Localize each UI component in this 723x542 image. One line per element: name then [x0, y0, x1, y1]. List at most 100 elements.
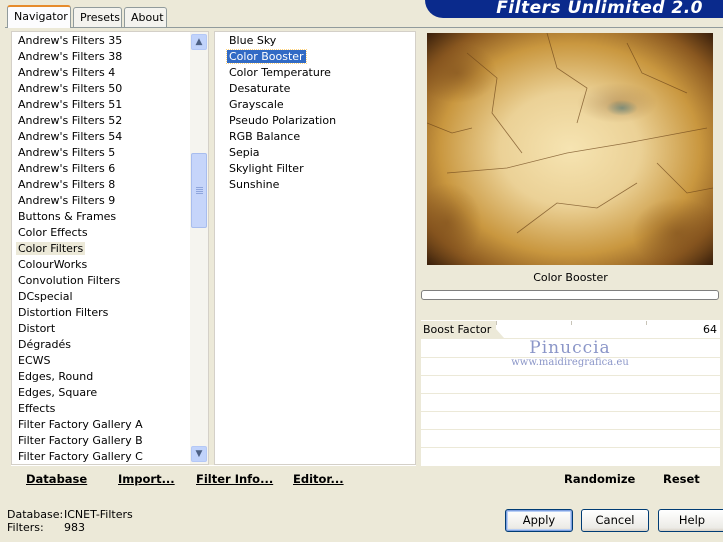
category-item-label: Andrew's Filters 51	[18, 98, 123, 111]
database-button[interactable]: Database	[26, 472, 87, 486]
category-item[interactable]: Andrew's Filters 38	[12, 49, 208, 65]
category-item[interactable]: Buttons & Frames	[12, 209, 208, 225]
database-status-label: Database:	[7, 508, 64, 521]
filter-item[interactable]: Color Booster	[223, 49, 415, 65]
filter-item-label: Sunshine	[229, 178, 280, 191]
filter-item[interactable]: Sepia	[223, 145, 415, 161]
scroll-thumb[interactable]	[191, 153, 207, 228]
filter-item[interactable]: Pseudo Polarization	[223, 113, 415, 129]
category-item[interactable]: Color Filters	[12, 241, 208, 257]
category-item-label: Andrew's Filters 9	[18, 194, 116, 207]
status-area: Database:ICNET-Filters Filters: 983	[7, 508, 207, 538]
empty-slider-row	[421, 376, 720, 394]
filter-list[interactable]: Blue Sky Color Booster Color Temperature De…	[214, 31, 416, 465]
tab-about[interactable]: About	[124, 7, 167, 27]
watermark-name: Pinuccia	[529, 338, 611, 358]
reset-button[interactable]: Reset	[663, 472, 700, 486]
category-item-label: Andrew's Filters 50	[18, 82, 123, 95]
category-item-label: Color Filters	[16, 242, 86, 255]
filter-name-label: Color Booster	[533, 271, 608, 284]
empty-slider-row	[421, 394, 720, 412]
tab-presets[interactable]: Presets	[73, 7, 122, 27]
tab-navigator[interactable]: Navigator	[7, 5, 71, 28]
filter-item-label: Blue Sky	[229, 34, 277, 47]
import-button[interactable]: Import...	[118, 472, 175, 486]
filter-item[interactable]: Skylight Filter	[223, 161, 415, 177]
filter-item-label: Pseudo Polarization	[229, 114, 337, 127]
category-item[interactable]: Andrew's Filters 4	[12, 65, 208, 81]
category-item[interactable]: Filter Factory Gallery B	[12, 433, 208, 449]
category-item-label: Edges, Round	[18, 370, 94, 383]
category-item-label: Effects	[18, 402, 56, 415]
editor-button[interactable]: Editor...	[293, 472, 344, 486]
empty-slider-row	[421, 448, 720, 466]
category-item-label: Andrew's Filters 6	[18, 162, 116, 175]
category-item-label: Distort	[18, 322, 56, 335]
category-item[interactable]: Edges, Square	[12, 385, 208, 401]
category-item[interactable]: Andrew's Filters 52	[12, 113, 208, 129]
category-item[interactable]: Andrew's Filters 5	[12, 145, 208, 161]
boost-factor-label: Boost Factor	[423, 323, 492, 336]
filter-item-label: Color Temperature	[229, 66, 331, 79]
left-toolbar: Database Import... Filter Info... Editor…	[11, 465, 416, 493]
filter-item[interactable]: Desaturate	[223, 81, 415, 97]
category-scrollbar[interactable]: ▲ ▼	[190, 32, 208, 464]
category-item-label: Filter Factory Gallery C	[18, 450, 143, 463]
category-item-label: Andrew's Filters 5	[18, 146, 116, 159]
category-item[interactable]: Andrew's Filters 54	[12, 129, 208, 145]
category-item[interactable]: Distort	[12, 321, 208, 337]
scroll-up-button[interactable]: ▲	[191, 34, 207, 50]
filter-item-label: RGB Balance	[229, 130, 301, 143]
category-item-label: Filter Factory Gallery B	[18, 434, 143, 447]
preview-caption-bar: Color Booster	[421, 267, 720, 289]
category-list[interactable]: Andrew's Filters 35 Andrew's Filters 38 An…	[11, 31, 209, 465]
cancel-button[interactable]: Cancel	[581, 509, 649, 532]
category-item-label: ColourWorks	[18, 258, 88, 271]
boost-factor-slider[interactable]: Boost Factor 64	[421, 321, 720, 339]
filters-count-value: 983	[64, 521, 85, 534]
category-item[interactable]: ECWS	[12, 353, 208, 369]
category-item[interactable]: Convolution Filters	[12, 273, 208, 289]
category-item[interactable]: Andrew's Filters 8	[12, 177, 208, 193]
empty-slider-row	[421, 412, 720, 430]
category-item[interactable]: Filter Factory Gallery C	[12, 449, 208, 464]
category-item[interactable]: Edges, Round	[12, 369, 208, 385]
filter-item[interactable]: Blue Sky	[223, 33, 415, 49]
watermark-url: www.maidiregrafica.eu	[511, 357, 629, 368]
filter-item[interactable]: Color Temperature	[223, 65, 415, 81]
category-item[interactable]: Andrew's Filters 51	[12, 97, 208, 113]
category-item-label: Buttons & Frames	[18, 210, 117, 223]
app-title-banner: Filters Unlimited 2.0	[425, 0, 723, 18]
category-item[interactable]: ColourWorks	[12, 257, 208, 273]
filter-item[interactable]: Sunshine	[223, 177, 415, 193]
category-item[interactable]: Andrew's Filters 35	[12, 33, 208, 49]
category-item-label: Andrew's Filters 4	[18, 66, 116, 79]
category-item[interactable]: Filter Factory Gallery A	[12, 417, 208, 433]
category-item[interactable]: Andrew's Filters 50	[12, 81, 208, 97]
category-item[interactable]: Distortion Filters	[12, 305, 208, 321]
category-item[interactable]: Color Effects	[12, 225, 208, 241]
database-status-value: ICNET-Filters	[64, 508, 133, 521]
empty-slider-row	[421, 430, 720, 448]
filter-info-button[interactable]: Filter Info...	[196, 472, 273, 486]
category-item[interactable]: Dégradés	[12, 337, 208, 353]
category-item[interactable]: Effects	[12, 401, 208, 417]
filter-item[interactable]: RGB Balance	[223, 129, 415, 145]
help-button[interactable]: Help	[658, 509, 723, 532]
scroll-down-button[interactable]: ▼	[191, 446, 207, 462]
category-item-label: Distortion Filters	[18, 306, 109, 319]
category-item-label: ECWS	[18, 354, 51, 367]
filters-count-label: Filters:	[7, 521, 44, 534]
category-item-label: Andrew's Filters 52	[18, 114, 123, 127]
randomize-button[interactable]: Randomize	[564, 472, 635, 486]
category-item[interactable]: Andrew's Filters 6	[12, 161, 208, 177]
category-item[interactable]: Andrew's Filters 9	[12, 193, 208, 209]
category-item-label: Edges, Square	[18, 386, 98, 399]
filter-item[interactable]: Grayscale	[223, 97, 415, 113]
filter-item-label: Color Booster	[226, 49, 307, 64]
category-item[interactable]: DCspecial	[12, 289, 208, 305]
right-toolbar: Randomize Reset	[421, 465, 720, 493]
apply-button[interactable]: Apply	[505, 509, 573, 532]
category-item-label: Andrew's Filters 54	[18, 130, 123, 143]
category-item-label: Convolution Filters	[18, 274, 121, 287]
